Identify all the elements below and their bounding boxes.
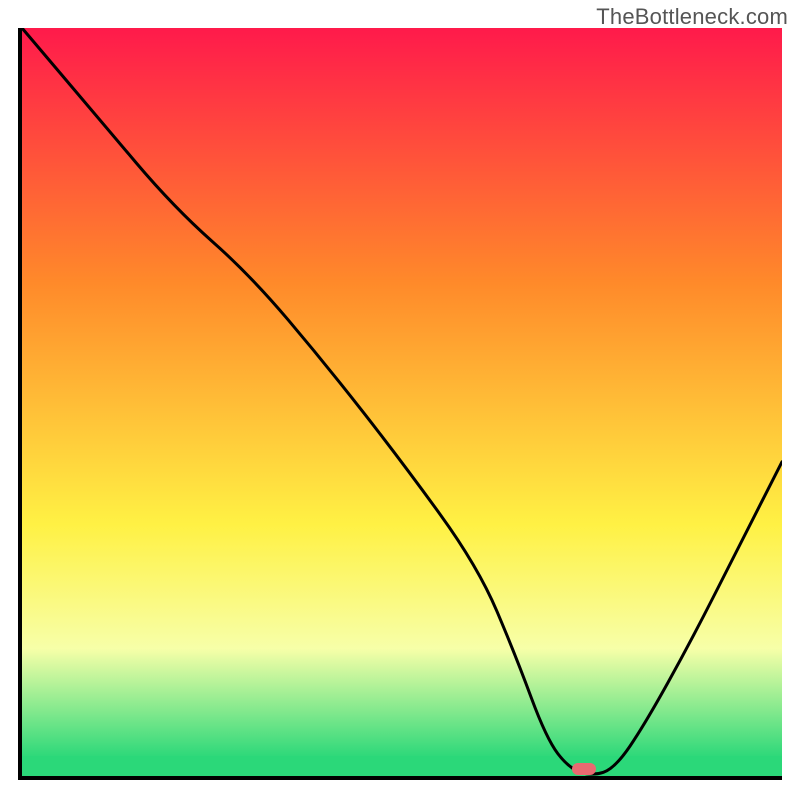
- bottleneck-chart: TheBottleneck.com: [0, 0, 800, 800]
- plot-area: [22, 28, 782, 776]
- optimal-marker: [572, 763, 596, 775]
- watermark-text: TheBottleneck.com: [596, 4, 788, 30]
- bottleneck-curve: [22, 28, 782, 776]
- chart-frame: [18, 28, 782, 780]
